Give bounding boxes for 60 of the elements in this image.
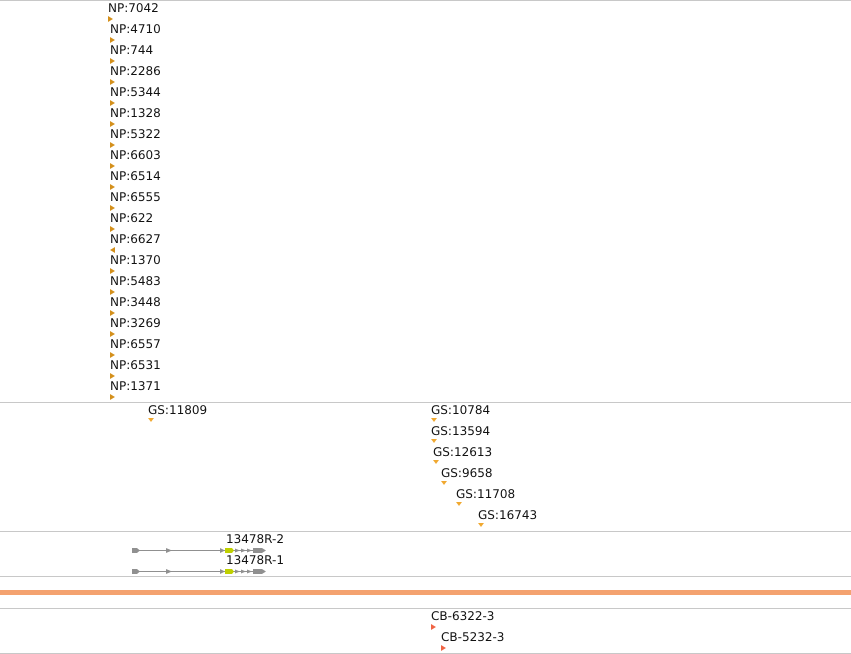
right-triangle-icon[interactable] bbox=[431, 624, 436, 630]
right-triangle-icon[interactable] bbox=[110, 331, 115, 337]
down-triangle-icon[interactable] bbox=[148, 418, 154, 422]
feature-label: GS:11809 bbox=[148, 403, 208, 417]
right-triangle-icon[interactable] bbox=[110, 163, 115, 169]
down-triangle-icon[interactable] bbox=[456, 502, 462, 506]
feature-label: NP:744 bbox=[110, 43, 154, 57]
right-triangle-icon[interactable] bbox=[108, 16, 113, 22]
feature-label: GS:12613 bbox=[433, 445, 492, 459]
down-triangle-icon[interactable] bbox=[441, 481, 447, 485]
right-triangle-icon[interactable] bbox=[110, 121, 115, 127]
right-triangle-icon[interactable] bbox=[110, 184, 115, 190]
feature-label: NP:5322 bbox=[110, 127, 161, 141]
feature-label: GS:16743 bbox=[478, 508, 538, 522]
feature-label: NP:2286 bbox=[110, 64, 161, 78]
right-triangle-icon[interactable] bbox=[110, 373, 115, 379]
feature-label: GS:11708 bbox=[456, 487, 516, 501]
down-triangle-icon[interactable] bbox=[478, 523, 484, 527]
right-triangle-icon[interactable] bbox=[110, 352, 115, 358]
feature-label: NP:4710 bbox=[110, 22, 161, 36]
feature-label: NP:5483 bbox=[110, 274, 161, 288]
right-triangle-icon[interactable] bbox=[110, 79, 115, 85]
feature-label: NP:6555 bbox=[110, 190, 161, 204]
right-triangle-icon[interactable] bbox=[110, 142, 115, 148]
transcript-label: 13478R-2 bbox=[226, 532, 284, 546]
feature-label: NP:6627 bbox=[110, 232, 161, 246]
down-triangle-icon[interactable] bbox=[431, 418, 437, 422]
feature-label: NP:1371 bbox=[110, 379, 161, 393]
feature-label: GS:10784 bbox=[431, 403, 490, 417]
feature-label: NP:6531 bbox=[110, 358, 161, 372]
transcript-label: 13478R-1 bbox=[226, 553, 284, 567]
right-triangle-icon[interactable] bbox=[110, 268, 115, 274]
right-triangle-icon[interactable] bbox=[110, 226, 115, 232]
right-triangle-icon[interactable] bbox=[110, 289, 115, 295]
right-triangle-icon[interactable] bbox=[110, 205, 115, 211]
right-triangle-icon[interactable] bbox=[110, 310, 115, 316]
feature-label: NP:622 bbox=[110, 211, 154, 225]
right-triangle-icon[interactable] bbox=[110, 394, 115, 400]
feature-label: NP:6557 bbox=[110, 337, 161, 351]
feature-label: NP:7042 bbox=[108, 1, 159, 15]
feature-label: GS:13594 bbox=[431, 424, 490, 438]
feature-label: NP:5344 bbox=[110, 85, 161, 99]
feature-label: NP:6603 bbox=[110, 148, 161, 162]
feature-label: NP:1370 bbox=[110, 253, 161, 267]
right-triangle-icon[interactable] bbox=[110, 58, 115, 64]
feature-label: CB-5232-3 bbox=[441, 630, 504, 644]
right-triangle-icon[interactable] bbox=[110, 37, 115, 43]
left-triangle-icon[interactable] bbox=[110, 247, 115, 253]
feature-label: GS:9658 bbox=[441, 466, 492, 480]
down-triangle-icon[interactable] bbox=[433, 460, 439, 464]
down-triangle-icon[interactable] bbox=[431, 439, 437, 443]
gene-model-drawing[interactable] bbox=[132, 568, 266, 575]
feature-label: NP:1328 bbox=[110, 106, 161, 120]
gene-model-drawing[interactable] bbox=[132, 547, 266, 554]
right-triangle-icon[interactable] bbox=[110, 100, 115, 106]
feature-label: NP:3448 bbox=[110, 295, 161, 309]
feature-label: CB-6322-3 bbox=[431, 609, 494, 623]
feature-label: NP:3269 bbox=[110, 316, 161, 330]
right-triangle-icon[interactable] bbox=[441, 645, 446, 651]
feature-label: NP:6514 bbox=[110, 169, 161, 183]
